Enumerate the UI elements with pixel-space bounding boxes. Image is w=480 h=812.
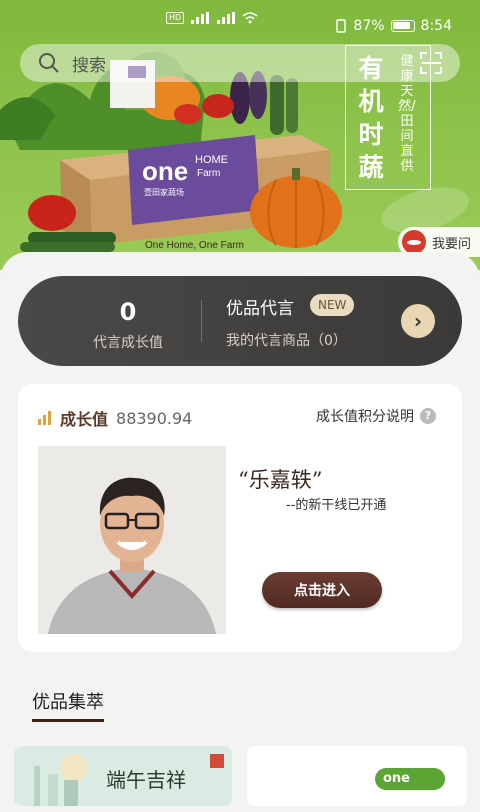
status-bar: HD 87% 8:54 xyxy=(0,0,480,44)
growth-card: 成长值 88390.94 成长值积分说明 ? “乐嘉轶” --的新干线已开通 点… xyxy=(18,384,462,652)
chevron-right-icon[interactable]: › xyxy=(401,304,435,338)
clock: 8:54 xyxy=(420,18,452,34)
wifi-icon xyxy=(242,12,258,24)
status-right: 87% 8:54 xyxy=(335,18,452,34)
box-brand: one xyxy=(142,156,188,186)
endorsement-banner[interactable]: 0 代言成长值 优品代言 NEW 我的代言商品（0） › xyxy=(18,276,462,366)
growth-header: 成长值 88390.94 xyxy=(38,406,192,430)
quote-name: “乐嘉轶” xyxy=(238,468,323,492)
status-left: HD xyxy=(166,12,258,24)
box-brand-cn: 壹田家蔬场 xyxy=(144,187,184,197)
signal-icon xyxy=(191,12,210,24)
search-input[interactable]: 搜索 xyxy=(72,51,106,76)
search-bar[interactable]: 搜索 xyxy=(20,44,460,82)
hd-icon: HD xyxy=(166,12,185,24)
growth-value: 88390.94 xyxy=(116,408,193,428)
bar-chart-icon xyxy=(38,411,51,425)
signal-icon-2 xyxy=(217,12,236,24)
divider xyxy=(201,300,202,342)
endorsement-growth-number: 0 xyxy=(119,298,137,326)
section-title: 优品集萃 xyxy=(32,692,104,713)
user-photo xyxy=(38,446,226,634)
help-icon: ? xyxy=(420,408,436,424)
box-slogan: One Home, One Farm xyxy=(145,240,244,251)
endorsement-title: 优品代言 xyxy=(226,299,294,319)
battery-icon xyxy=(390,20,415,32)
product-tile-dragon-boat[interactable]: 端午吉祥 xyxy=(14,746,232,806)
growth-label: 成长值 xyxy=(60,410,109,429)
search-icon xyxy=(39,53,59,73)
tile-title: 端午吉祥 xyxy=(106,768,186,792)
onehome-logo: one HOME xyxy=(375,768,445,806)
box-brand-home: HOME xyxy=(195,154,228,166)
scan-icon[interactable] xyxy=(420,52,442,74)
endorsement-growth-label: 代言成长值 xyxy=(93,335,163,351)
new-badge: NEW xyxy=(310,294,355,316)
ask-question-label: 我要问 xyxy=(432,236,472,252)
ask-avatar-icon xyxy=(402,230,426,254)
section-underline xyxy=(32,719,104,722)
vibrate-icon xyxy=(336,19,347,33)
enter-button[interactable]: 点击进入 xyxy=(262,572,382,608)
product-tile-onehome[interactable]: one HOME xyxy=(247,746,467,806)
growth-explain-label: 成长值积分说明 xyxy=(316,409,414,425)
battery-percent: 87% xyxy=(353,18,385,34)
box-brand-farm: Farm xyxy=(197,168,220,179)
person-portrait xyxy=(38,446,226,634)
quote-subtitle: --的新干线已开通 xyxy=(286,498,387,513)
growth-explain-link[interactable]: 成长值积分说明 ? xyxy=(316,406,436,426)
my-endorsed-products[interactable]: 我的代言商品（0） xyxy=(226,330,347,350)
